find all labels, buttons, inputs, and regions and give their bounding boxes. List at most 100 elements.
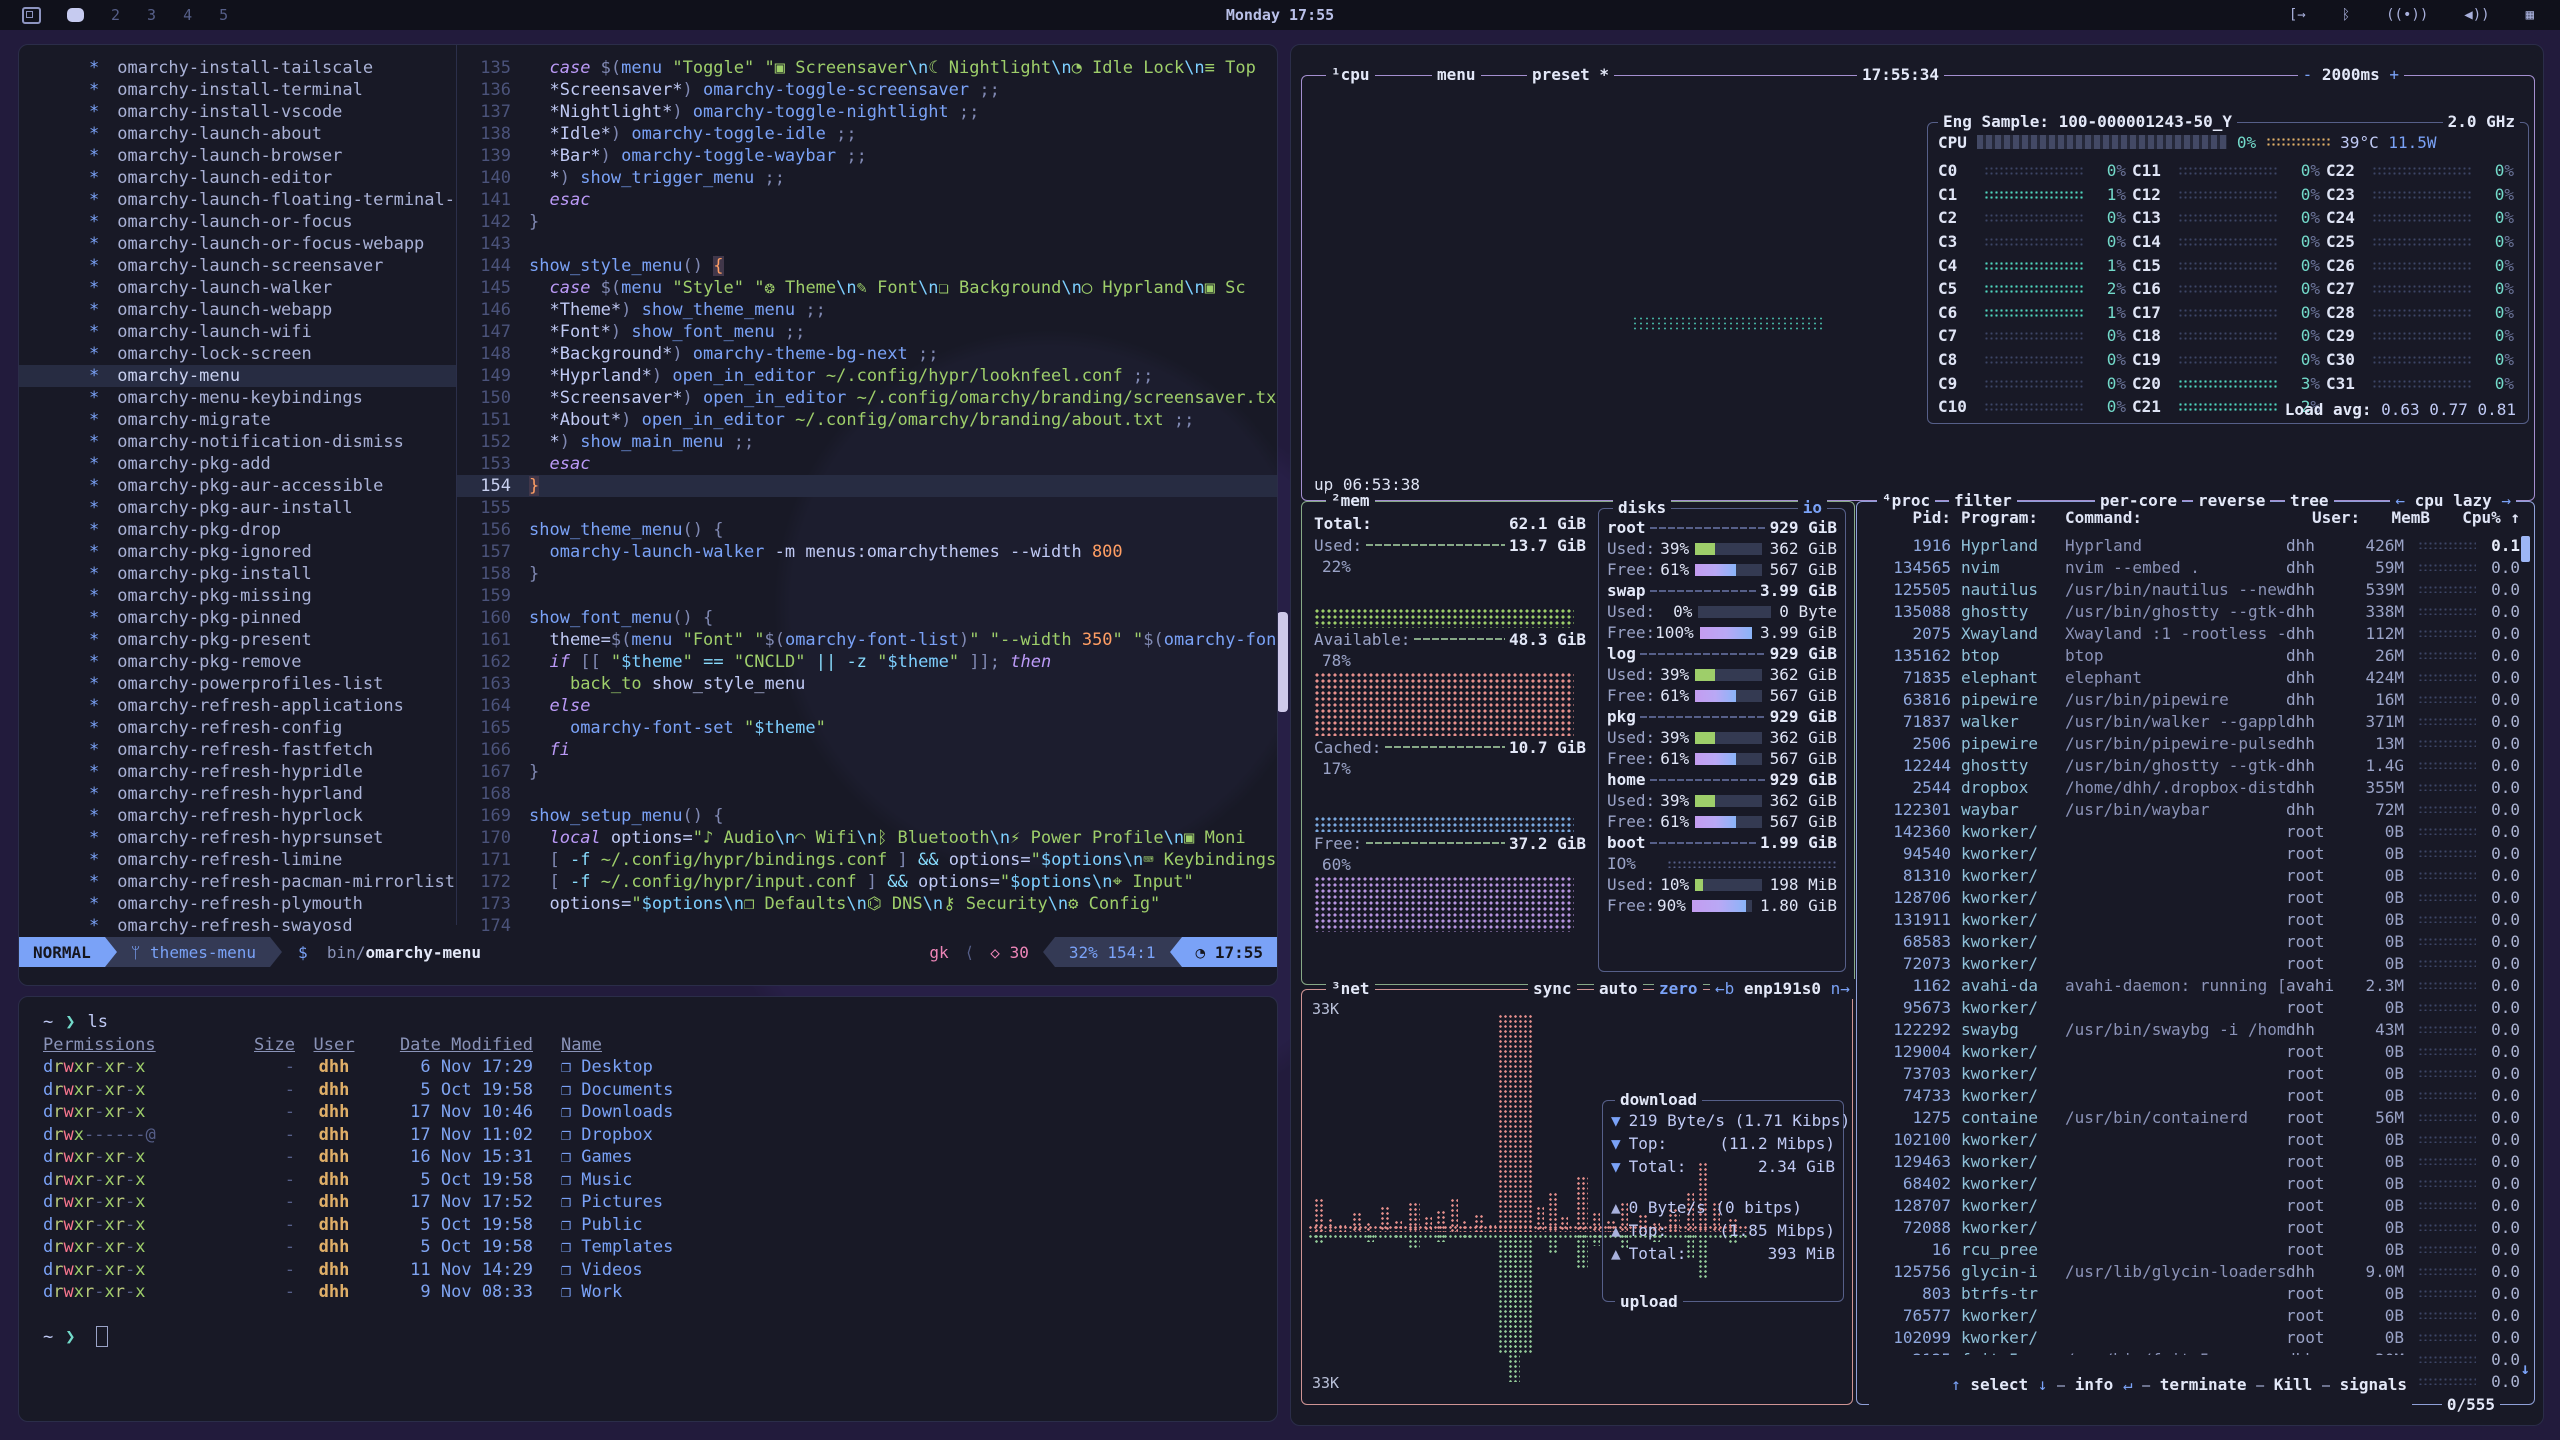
- process-row[interactable]: 2506pipewire/usr/bin/pipewire-pulsedhh13…: [1867, 732, 2520, 754]
- file-item[interactable]: *omarchy-refresh-fastfetch: [19, 739, 456, 761]
- file-item[interactable]: *omarchy-refresh-hyprsunset: [19, 827, 456, 849]
- file-item[interactable]: *omarchy-pkg-drop: [19, 519, 456, 541]
- net-interface[interactable]: ←b enp191s0 n→: [1710, 979, 1855, 999]
- process-scrollbar[interactable]: [2521, 536, 2530, 562]
- code-line[interactable]: 155: [457, 497, 1277, 519]
- code-line[interactable]: 138 *Idle*) omarchy-toggle-idle ;;: [457, 123, 1277, 145]
- process-row[interactable]: 74733kworker/root0B0.0: [1867, 1084, 2520, 1106]
- process-row[interactable]: 122292swaybg/usr/bin/swaybg -i /homdhh43…: [1867, 1018, 2520, 1040]
- code-line[interactable]: 164 else: [457, 695, 1277, 717]
- file-item[interactable]: *omarchy-refresh-config: [19, 717, 456, 739]
- code-line[interactable]: 139 *Bar*) omarchy-toggle-waybar ;;: [457, 145, 1277, 167]
- process-row[interactable]: 128707kworker/root0B0.0: [1867, 1194, 2520, 1216]
- process-row[interactable]: 803btrfs-trroot0B0.0: [1867, 1282, 2520, 1304]
- process-row[interactable]: 68583kworker/root0B0.0: [1867, 930, 2520, 952]
- process-row[interactable]: 2075XwaylandXwayland :1 -rootless -dhh11…: [1867, 622, 2520, 644]
- file-item[interactable]: *omarchy-pkg-aur-accessible: [19, 475, 456, 497]
- code-line[interactable]: 168: [457, 783, 1277, 805]
- process-row[interactable]: 135162btopbtopdhh26M0.0: [1867, 644, 2520, 666]
- code-line[interactable]: 173 options="$options\n❒ Defaults\n⌬ DNS…: [457, 893, 1277, 915]
- code-line[interactable]: 165 omarchy-font-set "$theme": [457, 717, 1277, 739]
- code-line[interactable]: 145 case $(menu "Style" "❂ Theme\n✎ Font…: [457, 277, 1277, 299]
- io-toggle[interactable]: io: [1798, 498, 1827, 518]
- code-line[interactable]: 161 theme=$(menu "Font" "$(omarchy-font-…: [457, 629, 1277, 651]
- code-line[interactable]: 167}: [457, 761, 1277, 783]
- code-line[interactable]: 156show_theme_menu() {: [457, 519, 1277, 541]
- code-line[interactable]: 169show_setup_menu() {: [457, 805, 1277, 827]
- code-line[interactable]: 149 *Hyprland*) open_in_editor ~/.config…: [457, 365, 1277, 387]
- code-line[interactable]: 151 *About*) open_in_editor ~/.config/om…: [457, 409, 1277, 431]
- file-item[interactable]: *omarchy-refresh-pacman-mirrorlist: [19, 871, 456, 893]
- file-item[interactable]: *omarchy-pkg-pinned: [19, 607, 456, 629]
- file-item[interactable]: *omarchy-install-tailscale: [19, 57, 456, 79]
- process-row[interactable]: 2544dropbox/home/dhh/.dropbox-distdhh355…: [1867, 776, 2520, 798]
- code-line[interactable]: 174: [457, 915, 1277, 937]
- file-item[interactable]: *omarchy-refresh-hyprland: [19, 783, 456, 805]
- file-item[interactable]: *omarchy-menu-keybindings: [19, 387, 456, 409]
- file-item[interactable]: *omarchy-refresh-applications: [19, 695, 456, 717]
- process-row[interactable]: 129463kworker/root0B0.0: [1867, 1150, 2520, 1172]
- file-item[interactable]: *omarchy-notification-dismiss: [19, 431, 456, 453]
- prompt-line[interactable]: ~ ❯: [43, 1326, 1261, 1349]
- scroll-down-icon[interactable]: ↓: [2520, 1359, 2530, 1378]
- process-row[interactable]: 128706kworker/root0B0.0: [1867, 886, 2520, 908]
- code-line[interactable]: 142}: [457, 211, 1277, 233]
- code-line[interactable]: 143: [457, 233, 1277, 255]
- file-item[interactable]: *omarchy-refresh-limine: [19, 849, 456, 871]
- file-item[interactable]: *omarchy-menu: [19, 365, 456, 387]
- process-row[interactable]: 131911kworker/root0B0.0: [1867, 908, 2520, 930]
- file-item[interactable]: *omarchy-powerprofiles-list: [19, 673, 456, 695]
- preset-button[interactable]: preset *: [1527, 65, 1614, 85]
- code-line[interactable]: 140 *) show_trigger_menu ;;: [457, 167, 1277, 189]
- file-item[interactable]: *omarchy-pkg-ignored: [19, 541, 456, 563]
- process-row[interactable]: 134565nvimnvim --embed .dhh59M0.0: [1867, 556, 2520, 578]
- process-footer[interactable]: ↑ select ↓ ⎯ info ↵ ⎯ terminate ⎯ Kill ⎯…: [1869, 1355, 2412, 1415]
- net-auto-button[interactable]: auto: [1594, 979, 1643, 999]
- code-line[interactable]: 144show_style_menu() {: [457, 255, 1277, 277]
- file-item[interactable]: *omarchy-pkg-present: [19, 629, 456, 651]
- code-line[interactable]: 166 fi: [457, 739, 1277, 761]
- process-row[interactable]: 63816pipewire/usr/bin/pipewiredhh16M0.0: [1867, 688, 2520, 710]
- code-line[interactable]: 147 *Font*) show_font_menu ;;: [457, 321, 1277, 343]
- process-row[interactable]: 125756glycin-i/usr/lib/glycin-loadersdhh…: [1867, 1260, 2520, 1282]
- code-line[interactable]: 148 *Background*) omarchy-theme-bg-next …: [457, 343, 1277, 365]
- code-line[interactable]: 162 if [[ "$theme" == "CNCLD" || -z "$th…: [457, 651, 1277, 673]
- file-item[interactable]: *omarchy-launch-or-focus: [19, 211, 456, 233]
- file-item[interactable]: *omarchy-launch-webapp: [19, 299, 456, 321]
- process-row[interactable]: 102100kworker/root0B0.0: [1867, 1128, 2520, 1150]
- file-item[interactable]: *omarchy-pkg-aur-install: [19, 497, 456, 519]
- file-item[interactable]: *omarchy-launch-wifi: [19, 321, 456, 343]
- process-row[interactable]: 102099kworker/root0B0.0: [1867, 1326, 2520, 1348]
- process-row[interactable]: 16rcu_preeroot0B0.0: [1867, 1238, 2520, 1260]
- file-item[interactable]: *omarchy-launch-or-focus-webapp: [19, 233, 456, 255]
- code-line[interactable]: 136 *Screensaver*) omarchy-toggle-screen…: [457, 79, 1277, 101]
- process-row[interactable]: 1916HyprlandHyprlanddhh426M0.1: [1867, 534, 2520, 556]
- file-item[interactable]: *omarchy-launch-editor: [19, 167, 456, 189]
- process-row[interactable]: 12244ghostty/usr/bin/ghostty --gtk-dhh1.…: [1867, 754, 2520, 776]
- file-item[interactable]: *omarchy-install-vscode: [19, 101, 456, 123]
- code-line[interactable]: 163 back_to show_style_menu: [457, 673, 1277, 695]
- refresh-interval[interactable]: - 2000ms +: [2298, 65, 2404, 85]
- code-line[interactable]: 160show_font_menu() {: [457, 607, 1277, 629]
- code-line[interactable]: 153 esac: [457, 453, 1277, 475]
- process-row[interactable]: 94540kworker/root0B0.0: [1867, 842, 2520, 864]
- code-line[interactable]: 154}: [457, 475, 1277, 497]
- file-item[interactable]: *omarchy-pkg-missing: [19, 585, 456, 607]
- process-row[interactable]: 72073kworker/root0B0.0: [1867, 952, 2520, 974]
- file-item[interactable]: *omarchy-launch-walker: [19, 277, 456, 299]
- process-row[interactable]: 135088ghostty/usr/bin/ghostty --gtk-dhh3…: [1867, 600, 2520, 622]
- file-item[interactable]: *omarchy-refresh-swayosd: [19, 915, 456, 937]
- process-row[interactable]: 1275containe/usr/bin/containerdroot56M0.…: [1867, 1106, 2520, 1128]
- file-item[interactable]: *omarchy-launch-floating-terminal-: [19, 189, 456, 211]
- process-row[interactable]: 95673kworker/root0B0.0: [1867, 996, 2520, 1018]
- code-line[interactable]: 172 [ -f ~/.config/hypr/input.conf ] && …: [457, 871, 1277, 893]
- file-item[interactable]: *omarchy-migrate: [19, 409, 456, 431]
- code-line[interactable]: 157 omarchy-launch-walker -m menus:omarc…: [457, 541, 1277, 563]
- process-row[interactable]: 71837walker/usr/bin/walker --gappldhh371…: [1867, 710, 2520, 732]
- process-row[interactable]: 68402kworker/root0B0.0: [1867, 1172, 2520, 1194]
- process-row[interactable]: 71835elephantelephantdhh424M0.0: [1867, 666, 2520, 688]
- process-row[interactable]: 122301waybar/usr/bin/waybardhh72M0.0: [1867, 798, 2520, 820]
- file-item[interactable]: *omarchy-lock-screen: [19, 343, 456, 365]
- file-item[interactable]: *omarchy-pkg-remove: [19, 651, 456, 673]
- code-line[interactable]: 152 *) show_main_menu ;;: [457, 431, 1277, 453]
